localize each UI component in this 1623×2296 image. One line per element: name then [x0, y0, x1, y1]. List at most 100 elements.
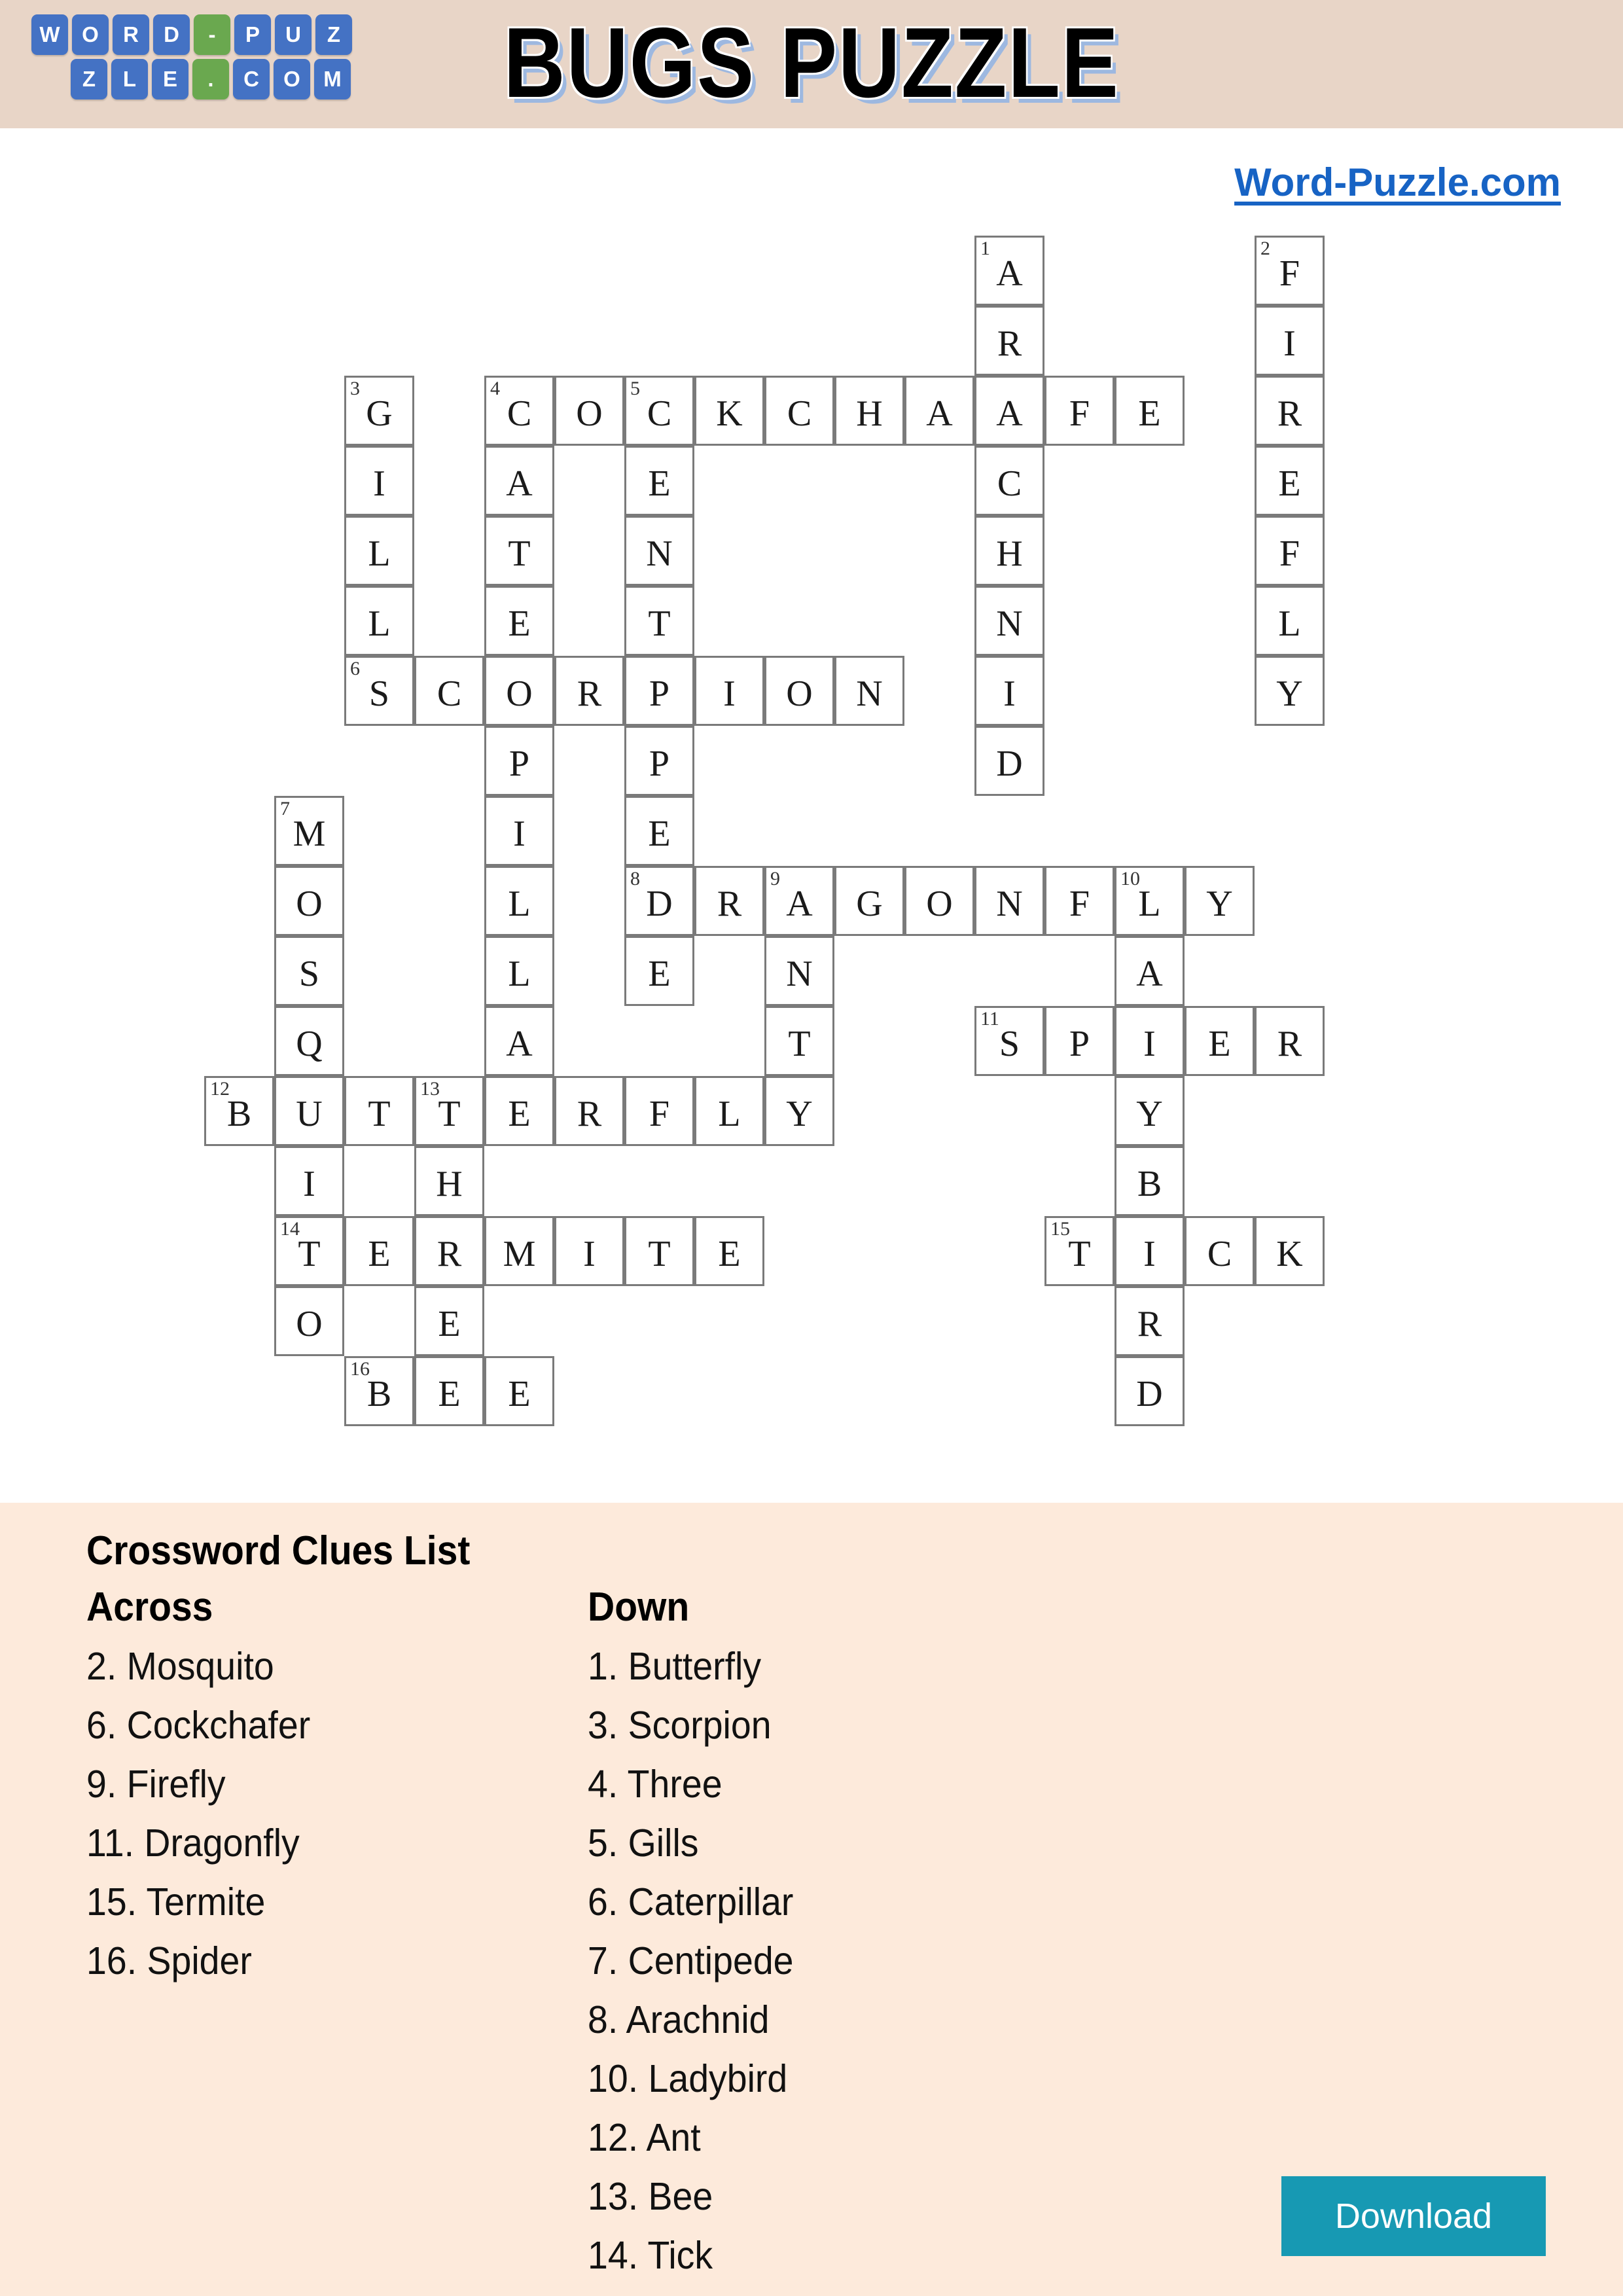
crossword-cell[interactable]: H: [834, 376, 904, 446]
crossword-cell[interactable]: I: [694, 656, 764, 726]
crossword-cell[interactable]: 12 B: [204, 1076, 274, 1146]
crossword-cell[interactable]: 2F: [1255, 236, 1325, 306]
crossword-cell[interactable]: R: [1255, 376, 1325, 446]
crossword-cell[interactable]: R: [694, 866, 764, 936]
crossword-cell[interactable]: A: [484, 446, 554, 516]
crossword-cell[interactable]: A: [484, 1006, 554, 1076]
crossword-cell[interactable]: K: [694, 376, 764, 446]
crossword-cell[interactable]: E: [624, 936, 694, 1006]
crossword-cell[interactable]: L: [344, 586, 414, 656]
crossword-cell[interactable]: F: [1255, 516, 1325, 586]
crossword-cell[interactable]: C: [974, 446, 1044, 516]
crossword-cell[interactable]: I: [1115, 1216, 1185, 1286]
crossword-cell[interactable]: 15 T: [1044, 1216, 1115, 1286]
crossword-cell[interactable]: I: [554, 1216, 624, 1286]
crossword-cell[interactable]: E: [484, 586, 554, 656]
crossword-cell[interactable]: R: [554, 1076, 624, 1146]
crossword-cell[interactable]: O: [274, 866, 344, 936]
crossword-cell[interactable]: T: [344, 1076, 414, 1146]
crossword-cell[interactable]: N: [974, 866, 1044, 936]
crossword-cell[interactable]: I: [274, 1146, 344, 1216]
crossword-cell[interactable]: 14 T: [274, 1216, 344, 1286]
crossword-cell[interactable]: R: [414, 1216, 484, 1286]
crossword-cell[interactable]: 3G: [344, 376, 414, 446]
crossword-cell[interactable]: E: [414, 1356, 484, 1426]
crossword-cell[interactable]: D: [1115, 1356, 1185, 1426]
crossword-cell[interactable]: I: [1115, 1006, 1185, 1076]
crossword-cell[interactable]: T: [764, 1006, 834, 1076]
crossword-cell[interactable]: 6S: [344, 656, 414, 726]
crossword-cell[interactable]: L: [484, 866, 554, 936]
crossword-cell[interactable]: E: [1115, 376, 1185, 446]
crossword-cell[interactable]: O: [274, 1286, 344, 1356]
crossword-cell[interactable]: C: [414, 656, 484, 726]
crossword-cell[interactable]: O: [764, 656, 834, 726]
crossword-cell[interactable]: B: [1115, 1146, 1185, 1216]
site-link[interactable]: Word-Puzzle.com: [1234, 160, 1561, 205]
crossword-cell[interactable]: I: [344, 446, 414, 516]
crossword-cell[interactable]: Y: [764, 1076, 834, 1146]
crossword-cell[interactable]: R: [974, 306, 1044, 376]
crossword-cell[interactable]: C: [1185, 1216, 1255, 1286]
download-button[interactable]: Download: [1281, 2176, 1546, 2256]
crossword-cell[interactable]: 4C: [484, 376, 554, 446]
crossword-cell[interactable]: E: [1255, 446, 1325, 516]
crossword-cell[interactable]: O: [484, 656, 554, 726]
crossword-cell[interactable]: C: [764, 376, 834, 446]
crossword-cell[interactable]: 13 T: [414, 1076, 484, 1146]
crossword-cell[interactable]: E: [414, 1286, 484, 1356]
crossword-cell[interactable]: N: [834, 656, 904, 726]
crossword-cell[interactable]: N: [974, 586, 1044, 656]
crossword-cell[interactable]: A: [1115, 936, 1185, 1006]
crossword-cell[interactable]: Y: [1255, 656, 1325, 726]
crossword-cell[interactable]: E: [694, 1216, 764, 1286]
crossword-cell[interactable]: P: [484, 726, 554, 796]
crossword-cell[interactable]: 1A: [974, 236, 1044, 306]
crossword-cell[interactable]: P: [624, 656, 694, 726]
crossword-cell[interactable]: R: [1115, 1286, 1185, 1356]
crossword-cell[interactable]: E: [624, 796, 694, 866]
crossword-cell[interactable]: 11 S: [974, 1006, 1044, 1076]
crossword-cell[interactable]: R: [554, 656, 624, 726]
crossword-cell[interactable]: O: [904, 866, 974, 936]
crossword-cell[interactable]: L: [694, 1076, 764, 1146]
crossword-cell[interactable]: 10 L: [1115, 866, 1185, 936]
crossword-cell[interactable]: L: [1255, 586, 1325, 656]
crossword-cell[interactable]: P: [1044, 1006, 1115, 1076]
crossword-cell[interactable]: E: [484, 1356, 554, 1426]
crossword-cell[interactable]: F: [1044, 866, 1115, 936]
crossword-cell[interactable]: T: [624, 586, 694, 656]
crossword-cell[interactable]: 7M: [274, 796, 344, 866]
crossword-cell[interactable]: E: [484, 1076, 554, 1146]
crossword-cell[interactable]: L: [484, 936, 554, 1006]
crossword-cell[interactable]: M: [484, 1216, 554, 1286]
crossword-cell[interactable]: D: [974, 726, 1044, 796]
crossword-cell[interactable]: Y: [1115, 1076, 1185, 1146]
crossword-cell[interactable]: H: [414, 1146, 484, 1216]
crossword-cell[interactable]: 9A: [764, 866, 834, 936]
crossword-cell[interactable]: P: [624, 726, 694, 796]
crossword-cell[interactable]: T: [624, 1216, 694, 1286]
crossword-cell[interactable]: F: [624, 1076, 694, 1146]
crossword-cell[interactable]: N: [624, 516, 694, 586]
crossword-cell[interactable]: R: [1255, 1006, 1325, 1076]
crossword-cell[interactable]: E: [1185, 1006, 1255, 1076]
crossword-cell[interactable]: H: [974, 516, 1044, 586]
crossword-cell[interactable]: I: [484, 796, 554, 866]
crossword-cell[interactable]: Y: [1185, 866, 1255, 936]
crossword-cell[interactable]: O: [554, 376, 624, 446]
crossword-cell[interactable]: A: [904, 376, 974, 446]
crossword-cell[interactable]: 5C: [624, 376, 694, 446]
crossword-cell[interactable]: A: [974, 376, 1044, 446]
crossword-cell[interactable]: T: [484, 516, 554, 586]
crossword-cell[interactable]: E: [624, 446, 694, 516]
crossword-cell[interactable]: 8D: [624, 866, 694, 936]
crossword-cell[interactable]: Q: [274, 1006, 344, 1076]
crossword-cell[interactable]: S: [274, 936, 344, 1006]
crossword-cell[interactable]: L: [344, 516, 414, 586]
crossword-cell[interactable]: K: [1255, 1216, 1325, 1286]
crossword-cell[interactable]: U: [274, 1076, 344, 1146]
crossword-cell[interactable]: I: [1255, 306, 1325, 376]
crossword-cell[interactable]: E: [344, 1216, 414, 1286]
crossword-cell[interactable]: G: [834, 866, 904, 936]
